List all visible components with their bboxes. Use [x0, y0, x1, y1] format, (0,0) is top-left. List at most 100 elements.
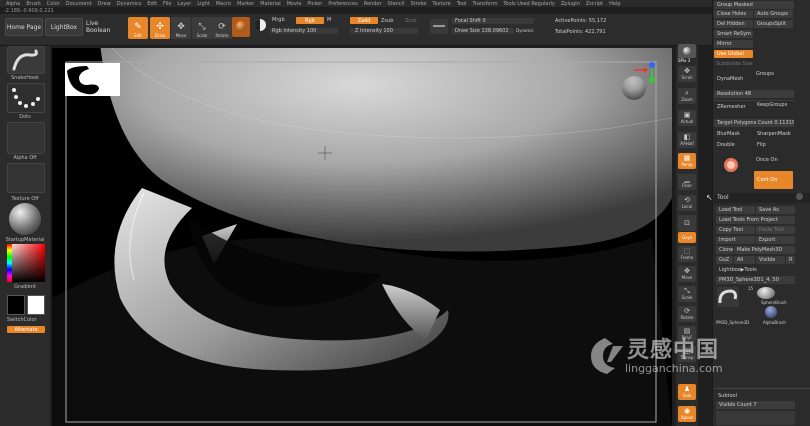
menu-item-stroke[interactable]: Stroke	[410, 1, 426, 7]
use-global-button[interactable]: Use Global	[714, 50, 753, 58]
menu-item-movie[interactable]: Movie	[287, 1, 302, 7]
menu-item-stencil[interactable]: Stencil	[388, 1, 405, 7]
live-boolean-button[interactable]: Live Boolean	[85, 18, 125, 36]
switch-color-button[interactable]: SwitchColor	[7, 317, 47, 323]
rotate-mode-button[interactable]: ⟳ Rotate	[212, 17, 232, 39]
main-color-swatch[interactable]	[27, 295, 45, 315]
cont-on-toggle[interactable]: Cont On	[754, 171, 793, 189]
double-button[interactable]: Double	[714, 141, 753, 149]
groups-split-button[interactable]: GroupsSplit	[754, 20, 793, 28]
visible-button[interactable]: Visible	[756, 256, 785, 264]
groups-toggle[interactable]: Groups	[756, 71, 774, 77]
menu-item-zscript[interactable]: Zscript	[586, 1, 603, 7]
menu-item-file[interactable]: File	[163, 1, 171, 7]
export-button[interactable]: Export	[756, 236, 795, 244]
lightbox-button[interactable]: LightBox	[45, 18, 83, 36]
menu-item-document[interactable]: Document	[66, 1, 92, 7]
zcut-toggle[interactable]: Zcut	[405, 18, 416, 24]
material-swatch[interactable]	[232, 17, 250, 37]
gxyz-button[interactable]: Gxyz	[678, 232, 696, 243]
alpha-thumbnail[interactable]	[7, 122, 45, 154]
r-button[interactable]: R	[786, 256, 795, 264]
goz-button[interactable]: GoZ	[716, 256, 733, 264]
lock-button[interactable]: ⊡	[678, 215, 696, 231]
document-canvas[interactable]	[52, 48, 672, 426]
dynamesh-button[interactable]: DynaMesh	[714, 75, 753, 83]
ruler-icon[interactable]	[430, 19, 448, 34]
secondary-color-swatch[interactable]	[7, 295, 25, 315]
current-tool-slider[interactable]: PM3D_Sphere3D1_4. 50	[716, 276, 795, 284]
zremesher-button[interactable]: ZRemesher	[714, 103, 753, 111]
menu-item-zplugin[interactable]: Zplugin	[561, 1, 580, 7]
menu-item-help[interactable]: Help	[609, 1, 620, 7]
menu-item-picker[interactable]: Picker	[307, 1, 322, 7]
local-button[interactable]: ⟲ Local	[678, 195, 696, 211]
texture-thumbnail[interactable]	[7, 163, 45, 193]
move-view-button[interactable]: ✥ Move	[678, 266, 696, 282]
spix-readout[interactable]: SPix 3	[678, 58, 690, 63]
bpr-button[interactable]	[678, 44, 696, 58]
visible-count-slider[interactable]: Visible Count 7	[716, 401, 795, 409]
alpha-brush-thumbnail[interactable]	[765, 306, 777, 318]
zsub-toggle[interactable]: Zsub	[381, 18, 393, 24]
menu-item-layer[interactable]: Layer	[177, 1, 191, 7]
scale-view-button[interactable]: ⤡ Scale	[678, 286, 696, 302]
navigation-thumbnail[interactable]	[65, 63, 120, 96]
home-page-button[interactable]: Home Page	[5, 18, 43, 36]
menu-item-texture[interactable]: Texture	[432, 1, 450, 7]
menu-item-tool[interactable]: Tool	[457, 1, 467, 7]
make-polymesh-button[interactable]: Make PolyMesh3D	[734, 246, 795, 254]
once-on-toggle[interactable]: Once On	[756, 157, 778, 163]
zadd-toggle[interactable]: Zadd	[350, 17, 378, 24]
menu-item-brush[interactable]: Brush	[26, 1, 40, 7]
persp-button[interactable]: ▦ Persp	[678, 153, 696, 169]
menu-item-color[interactable]: Color	[47, 1, 60, 7]
panel-close-icon[interactable]	[796, 193, 803, 200]
menu-item-alpha[interactable]: Alpha	[6, 1, 20, 7]
blur-mask-button[interactable]: BlurMask	[714, 130, 753, 138]
menu-item-light[interactable]: Light	[197, 1, 209, 7]
save-as-button[interactable]: Save As	[756, 206, 795, 214]
keep-groups-button[interactable]: KeepGroups	[754, 101, 793, 109]
menu-item-macro[interactable]: Macro	[216, 1, 231, 7]
draw-mode-button[interactable]: ✣ Draw	[150, 17, 170, 39]
edit-mode-button[interactable]: ✎ Edit	[128, 17, 148, 39]
brush-thumbnail[interactable]	[7, 46, 45, 74]
menu-item-dynamics[interactable]: Dynamics	[117, 1, 142, 7]
material-sphere[interactable]	[9, 203, 41, 235]
subtool-list-item[interactable]	[716, 411, 795, 425]
import-button[interactable]: Import	[716, 236, 755, 244]
menu-item-render[interactable]: Render	[364, 1, 382, 7]
mrgb-toggle[interactable]: Mrgb	[272, 17, 285, 23]
lazy-mouse-icon[interactable]	[724, 158, 738, 172]
load-tool-button[interactable]: Load Tool	[716, 206, 755, 214]
smart-resym-button[interactable]: Smart ReSym	[714, 30, 753, 38]
target-polygons-slider[interactable]: Target Polygons Count 0.11319	[714, 119, 794, 127]
scroll-button[interactable]: ✥ Scroll	[678, 66, 696, 82]
group-masked-button[interactable]: Group Masked	[714, 1, 794, 9]
auto-groups-button[interactable]: Auto Groups	[754, 10, 793, 18]
solo-button[interactable]: ♟ Solo	[678, 384, 696, 400]
load-tools-from-project-button[interactable]: Load Tools From Project	[716, 216, 795, 224]
alternate-button[interactable]: Alternate	[7, 326, 45, 333]
dynamic-toggle[interactable]: Dynamic	[516, 28, 534, 33]
menu-item-marker[interactable]: Marker	[237, 1, 254, 7]
aahalf-button[interactable]: ◧ AAHalf	[678, 132, 696, 148]
current-tool-thumbnail[interactable]	[717, 287, 739, 307]
hue-strip[interactable]	[7, 244, 12, 282]
rgb-toggle[interactable]: Rgb	[296, 17, 324, 24]
rotate-view-button[interactable]: ⟳ Rotate	[678, 306, 696, 322]
clone-button[interactable]: Clone	[716, 246, 733, 254]
color-picker-icon[interactable]	[254, 19, 266, 31]
subtool-header[interactable]: Subtool	[718, 393, 737, 399]
actual-button[interactable]: ▣ Actual	[678, 110, 696, 126]
xpose-button[interactable]: ◉ Xpose	[678, 406, 696, 422]
menu-item-preferences[interactable]: Preferences	[328, 1, 357, 7]
frame-button[interactable]: ⬚ Frame	[678, 246, 696, 262]
orientation-gizmo[interactable]	[612, 60, 664, 110]
flip-button[interactable]: Flip	[754, 141, 793, 149]
scale-mode-button[interactable]: ⤡ Scale	[192, 17, 212, 39]
stroke-thumbnail[interactable]	[7, 83, 45, 113]
sphere-brush-thumbnail[interactable]	[757, 287, 775, 299]
color-picker[interactable]	[7, 244, 45, 282]
